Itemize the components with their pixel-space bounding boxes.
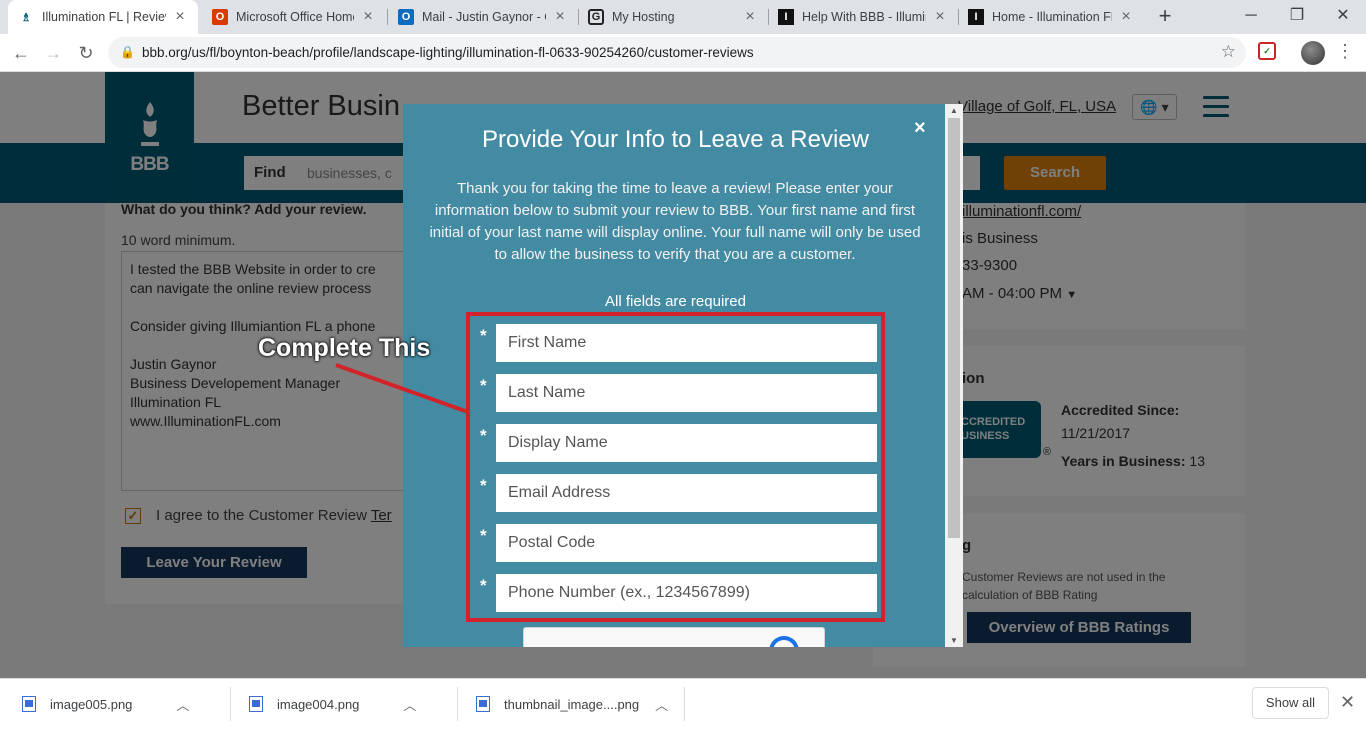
minimize-button[interactable]: ─ <box>1228 0 1274 34</box>
url-text[interactable]: bbb.org/us/fl/boynton-beach/profile/land… <box>142 45 754 60</box>
tab-outlook-mail[interactable]: O Mail - Justin Gaynor - O × <box>388 0 578 34</box>
page-content: BBB Better Busin Village of Golf, FL, US… <box>0 72 1366 678</box>
download-filename: thumbnail_image....png <box>504 696 640 712</box>
tab-title: Home - Illumination FL <box>992 10 1112 24</box>
maximize-button[interactable]: ❐ <box>1274 0 1320 34</box>
tab-title: Mail - Justin Gaynor - O <box>422 10 546 24</box>
download-separator <box>684 687 685 721</box>
image-file-icon <box>476 696 490 712</box>
tab-my-hosting[interactable]: G My Hosting × <box>578 0 768 34</box>
image-file-icon <box>249 696 263 712</box>
downloads-bar: image005.png ︿ image004.png ︿ thumbnail_… <box>0 678 1366 728</box>
reload-button[interactable]: ↻ <box>71 38 101 68</box>
close-downloads-icon[interactable]: ✕ <box>1340 692 1355 713</box>
back-button[interactable]: ← <box>6 38 36 68</box>
lock-icon: 🔒 <box>120 45 135 59</box>
new-tab-button[interactable]: + <box>1153 5 1177 29</box>
tab-title: Help With BBB - Illumin <box>802 10 926 24</box>
close-tab-icon[interactable]: × <box>1118 8 1134 26</box>
outlook-favicon-icon: O <box>398 9 414 25</box>
chevron-up-icon[interactable]: ︿ <box>176 695 189 714</box>
callout-label: Complete This <box>258 334 431 362</box>
tab-help-with-bbb[interactable]: I Help With BBB - Illumin × <box>768 0 958 34</box>
download-item[interactable]: image004.png ︿ <box>249 679 416 729</box>
tab-strip: ♗ Illumination FL | Review × O Microsoft… <box>0 0 1366 34</box>
download-separator <box>230 687 231 721</box>
download-filename: image005.png <box>50 696 133 712</box>
illumination-favicon-icon: I <box>778 9 794 25</box>
address-bar[interactable]: 🔒 bbb.org/us/fl/boynton-beach/profile/la… <box>108 37 1246 68</box>
bbb-favicon-icon: ♗ <box>21 11 31 24</box>
tab-home-illumination[interactable]: I Home - Illumination FL × <box>958 0 1144 34</box>
callout-arrow <box>335 363 469 414</box>
download-item[interactable]: thumbnail_image....png ︿ <box>476 679 668 729</box>
show-all-downloads-button[interactable]: Show all <box>1252 687 1329 719</box>
image-file-icon <box>22 696 36 712</box>
illumination-favicon-icon: I <box>968 9 984 25</box>
tab-office-home[interactable]: O Microsoft Office Home × <box>202 0 386 34</box>
close-tab-icon[interactable]: × <box>932 8 948 26</box>
download-separator <box>457 687 458 721</box>
tab-title: Illumination FL | Review <box>42 10 166 24</box>
profile-avatar[interactable] <box>1301 41 1325 65</box>
browser-toolbar: ← → ↻ 🔒 bbb.org/us/fl/boynton-beach/prof… <box>0 34 1366 72</box>
download-item[interactable]: image005.png ︿ <box>22 679 189 729</box>
close-tab-icon[interactable]: × <box>552 8 568 26</box>
download-filename: image004.png <box>277 696 360 712</box>
browser-menu-icon[interactable]: ⋮ <box>1336 42 1354 60</box>
close-tab-icon[interactable]: × <box>742 8 758 26</box>
bookmark-star-icon[interactable]: ☆ <box>1221 42 1236 62</box>
chevron-up-icon[interactable]: ︿ <box>655 695 668 714</box>
close-tab-icon[interactable]: × <box>172 8 188 26</box>
godaddy-favicon-icon: G <box>588 9 604 25</box>
office-favicon-icon: O <box>212 9 228 25</box>
tab-title: My Hosting <box>612 10 675 24</box>
tab-title: Microsoft Office Home <box>236 10 354 24</box>
close-window-button[interactable]: ✕ <box>1320 0 1366 34</box>
chevron-up-icon[interactable]: ︿ <box>403 695 416 714</box>
close-tab-icon[interactable]: × <box>360 8 376 26</box>
forward-button[interactable]: → <box>38 38 68 68</box>
extension-icon[interactable]: ✓ <box>1258 42 1276 60</box>
tab-illumination-review[interactable]: ♗ Illumination FL | Review × <box>8 0 198 34</box>
